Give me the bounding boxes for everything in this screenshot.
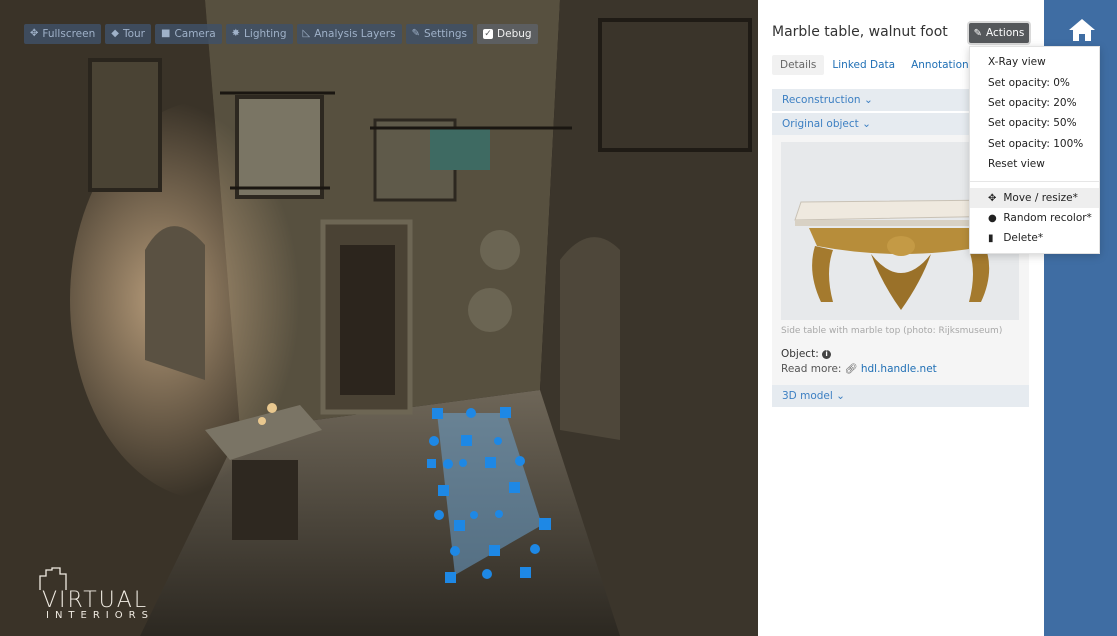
menu-item-label: Set opacity: 100% — [988, 138, 1084, 150]
wrench-icon: ✎ — [411, 28, 420, 39]
menu-item-label: Set opacity: 50% — [988, 117, 1077, 129]
logo-subtitle: INTERIORS — [46, 610, 154, 621]
wrench-icon: ✎ — [973, 27, 983, 39]
palette-icon: ● — [988, 213, 997, 224]
home-icon[interactable] — [1068, 18, 1096, 42]
virtual-interiors-logo: VIRTUAL INTERIORS — [38, 566, 148, 621]
tour-icon: ◆ — [111, 28, 119, 39]
read-more-label: Read more: — [781, 363, 842, 375]
chevron-down-icon: ⌄ — [836, 390, 845, 402]
tour-label: Tour — [122, 28, 145, 40]
camera-icon: ■ — [160, 28, 171, 39]
menu-item-label: Set opacity: 20% — [988, 97, 1077, 109]
actions-button[interactable]: ✎ Actions — [969, 23, 1029, 43]
menu-item-label: Random recolor* — [1003, 212, 1092, 224]
read-more: Read more: 🔗︎ hdl.handle.net — [781, 363, 937, 375]
detail-tabs: Details Linked Data Annotations — [772, 55, 982, 75]
debug-label: Debug — [497, 28, 532, 40]
lighting-button[interactable]: ✸ Lighting — [225, 24, 293, 44]
tab-linked-data[interactable]: Linked Data — [824, 55, 903, 75]
trash-icon: ▮ — [988, 233, 994, 244]
menu-item-opacity-100[interactable]: Set opacity: 100% — [970, 134, 1099, 154]
lighting-icon: ✸ — [231, 28, 241, 39]
handle-link[interactable]: hdl.handle.net — [861, 363, 937, 375]
3d-viewport[interactable]: ✥ Fullscreen ◆ Tour ■ Camera ✸ Lighting … — [0, 0, 758, 636]
photo-caption: Side table with marble top (photo: Rijks… — [781, 326, 1003, 336]
fullscreen-button[interactable]: ✥ Fullscreen — [24, 24, 102, 44]
menu-item-move-resize[interactable]: ✥ Move / resize* — [970, 188, 1099, 208]
tour-button[interactable]: ◆ Tour — [105, 24, 151, 44]
tab-details[interactable]: Details — [772, 55, 825, 75]
analysis-layers-button[interactable]: ◺ Analysis Layers — [296, 24, 402, 44]
checkbox-icon: ✓ — [483, 29, 494, 39]
move-icon: ✥ — [30, 28, 39, 39]
menu-item-random-recolor[interactable]: ● Random recolor* — [970, 208, 1099, 228]
move-icon: ✥ — [988, 193, 997, 204]
menu-item-reset-view[interactable]: Reset view — [970, 154, 1099, 174]
menu-item-label: Reset view — [988, 158, 1045, 170]
room-render[interactable] — [0, 0, 758, 636]
camera-label: Camera — [174, 28, 216, 40]
menu-item-delete[interactable]: ▮ Delete* — [970, 228, 1099, 248]
3d-model-label: 3D model — [782, 390, 833, 402]
chart-icon: ◺ — [302, 28, 311, 39]
object-field: Object: i — [781, 348, 832, 360]
menu-item-xray-view[interactable]: X-Ray view — [970, 52, 1099, 72]
object-label: Object: — [781, 348, 819, 360]
original-object-label: Original object — [782, 118, 859, 130]
object-title: Marble table, walnut foot — [772, 24, 948, 40]
chevron-down-icon: ⌄ — [862, 118, 871, 130]
3d-model-section-header[interactable]: 3D model ⌄ — [772, 385, 1029, 407]
menu-item-label: Delete* — [1003, 232, 1044, 244]
menu-item-label: Set opacity: 0% — [988, 77, 1070, 89]
menu-item-label: X-Ray view — [988, 56, 1046, 68]
info-icon[interactable]: i — [822, 349, 832, 359]
lighting-label: Lighting — [244, 28, 287, 40]
actions-label: Actions — [986, 27, 1025, 39]
menu-item-opacity-0[interactable]: Set opacity: 0% — [970, 73, 1099, 93]
debug-button[interactable]: ✓ Debug — [477, 24, 538, 44]
link-icon: 🔗︎ — [844, 364, 858, 375]
menu-item-opacity-20[interactable]: Set opacity: 20% — [970, 93, 1099, 113]
menu-divider — [970, 181, 1099, 182]
viewer-toolbar: ✥ Fullscreen ◆ Tour ■ Camera ✸ Lighting … — [24, 24, 538, 44]
menu-item-opacity-50[interactable]: Set opacity: 50% — [970, 113, 1099, 133]
menu-item-label: Move / resize* — [1003, 192, 1078, 204]
camera-button[interactable]: ■ Camera — [154, 24, 222, 44]
chevron-down-icon: ⌄ — [863, 94, 873, 106]
reconstruction-label: Reconstruction — [782, 94, 861, 106]
settings-button[interactable]: ✎ Settings — [405, 24, 474, 44]
settings-label: Settings — [423, 28, 468, 40]
fullscreen-label: Fullscreen — [42, 28, 96, 40]
analysis-layers-label: Analysis Layers — [314, 28, 396, 40]
actions-menu: X-Ray view Set opacity: 0% Set opacity: … — [969, 46, 1100, 254]
